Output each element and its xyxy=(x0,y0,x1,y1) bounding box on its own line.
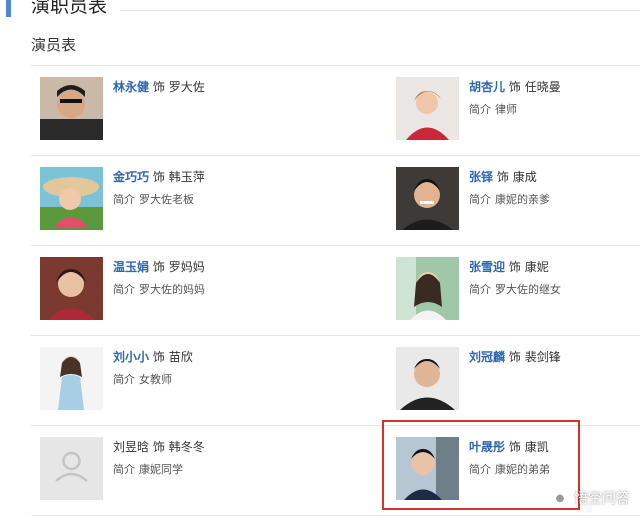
cast-item: 胡杏儿 饰 任晓曼 简介 律师 xyxy=(396,77,640,143)
role-name: 韩玉萍 xyxy=(168,170,205,184)
role-connector: 饰 xyxy=(508,80,521,94)
intro-text: 罗大佐老板 xyxy=(139,193,194,206)
section-divider xyxy=(120,10,640,11)
actor-name-link[interactable]: 张铎 xyxy=(469,170,493,184)
section-header: 演职员表 xyxy=(0,0,640,22)
actor-name-link[interactable]: 金巧巧 xyxy=(113,170,149,184)
intro-text: 女教师 xyxy=(139,373,172,386)
intro-text: 罗大佐的继女 xyxy=(495,283,561,296)
actor-photo[interactable] xyxy=(396,257,459,320)
intro-text: 律师 xyxy=(495,103,517,116)
cast-item: 张雪迎 饰 康妮 简介 罗大佐的继女 xyxy=(396,257,640,323)
actor-name-link[interactable]: 胡杏儿 xyxy=(469,80,505,94)
cast-item: 刘小小 饰 苗欣 简介 女教师 xyxy=(40,347,320,413)
actor-photo[interactable] xyxy=(396,167,459,230)
actor-photo[interactable] xyxy=(40,347,103,410)
watermark-text: 悟空问答 xyxy=(574,491,630,507)
role-connector: 饰 xyxy=(152,80,165,94)
cast-item: 刘昱晗 饰 韩冬冬 简介 康妮同学 xyxy=(40,437,320,503)
role-name: 康妮 xyxy=(524,260,549,274)
intro-label: 简介 xyxy=(113,373,135,386)
intro-label: 简介 xyxy=(469,193,491,206)
cast-item: 金巧巧 饰 韩玉萍 简介 罗大佐老板 xyxy=(40,167,320,233)
watermark: ● 悟空问答 xyxy=(550,488,630,508)
actor-name-link[interactable]: 张雪迎 xyxy=(469,260,505,274)
role-connector: 饰 xyxy=(496,170,509,184)
cast-item: 张铎 饰 康成 简介 康妮的亲爹 xyxy=(396,167,640,233)
section-accent-bar xyxy=(6,0,11,17)
actor-photo[interactable] xyxy=(40,257,103,320)
cast-row: 温玉娟 饰 罗妈妈 简介 罗大佐的妈妈 张雪迎 饰 康妮 简介 罗大佐的继女 xyxy=(31,245,640,335)
actor-name-link[interactable]: 林永健 xyxy=(113,80,149,94)
actor-name-link[interactable]: 温玉娟 xyxy=(113,260,149,274)
cast-item: 刘冠麟 饰 裴剑锋 xyxy=(396,347,640,413)
role-connector: 饰 xyxy=(152,260,165,274)
intro-label: 简介 xyxy=(113,463,135,476)
actor-name: 刘昱晗 xyxy=(113,440,150,454)
actor-name-link[interactable]: 刘小小 xyxy=(113,350,149,364)
actor-photo[interactable] xyxy=(396,77,459,140)
intro-label: 简介 xyxy=(469,283,491,296)
role-name: 任晓曼 xyxy=(524,80,561,94)
cast-item: 温玉娟 饰 罗妈妈 简介 罗大佐的妈妈 xyxy=(40,257,320,323)
intro-text: 罗大佐的妈妈 xyxy=(139,283,205,296)
wukong-logo-icon: ● xyxy=(550,488,570,508)
role-connector: 饰 xyxy=(152,170,165,184)
cast-row: 刘小小 饰 苗欣 简介 女教师 刘冠麟 饰 裴剑锋 xyxy=(31,335,640,425)
role-name: 罗大佐 xyxy=(168,80,205,94)
actor-photo[interactable] xyxy=(40,167,103,230)
intro-label: 简介 xyxy=(469,103,491,116)
actor-name-link[interactable]: 刘冠麟 xyxy=(469,350,505,364)
role-connector: 饰 xyxy=(152,440,165,454)
role-name: 罗妈妈 xyxy=(168,260,205,274)
cast-row: 金巧巧 饰 韩玉萍 简介 罗大佐老板 张铎 饰 康成 简介 康妮的亲爹 xyxy=(31,155,640,245)
avatar-placeholder-icon xyxy=(40,437,103,500)
role-name: 康成 xyxy=(512,170,537,184)
role-name: 裴剑锋 xyxy=(524,350,561,364)
intro-label: 简介 xyxy=(113,283,135,296)
role-connector: 饰 xyxy=(508,350,521,364)
role-connector: 饰 xyxy=(152,350,165,364)
actor-photo[interactable] xyxy=(40,77,103,140)
section-title: 演职员表 xyxy=(31,0,114,18)
cast-row: 林永健 饰 罗大佐 胡杏儿 饰 任晓曼 简介 律师 xyxy=(31,65,640,155)
intro-text: 康妮同学 xyxy=(139,463,183,476)
intro-label: 简介 xyxy=(113,193,135,206)
intro-text: 康妮的亲爹 xyxy=(495,193,550,206)
actor-photo-placeholder[interactable] xyxy=(40,437,103,500)
role-name: 苗欣 xyxy=(168,350,193,364)
actor-photo[interactable] xyxy=(396,347,459,410)
cast-item: 林永健 饰 罗大佐 xyxy=(40,77,320,143)
cast-list-heading: 演员表 xyxy=(31,36,77,54)
role-connector: 饰 xyxy=(508,260,521,274)
role-name: 韩冬冬 xyxy=(168,440,205,454)
